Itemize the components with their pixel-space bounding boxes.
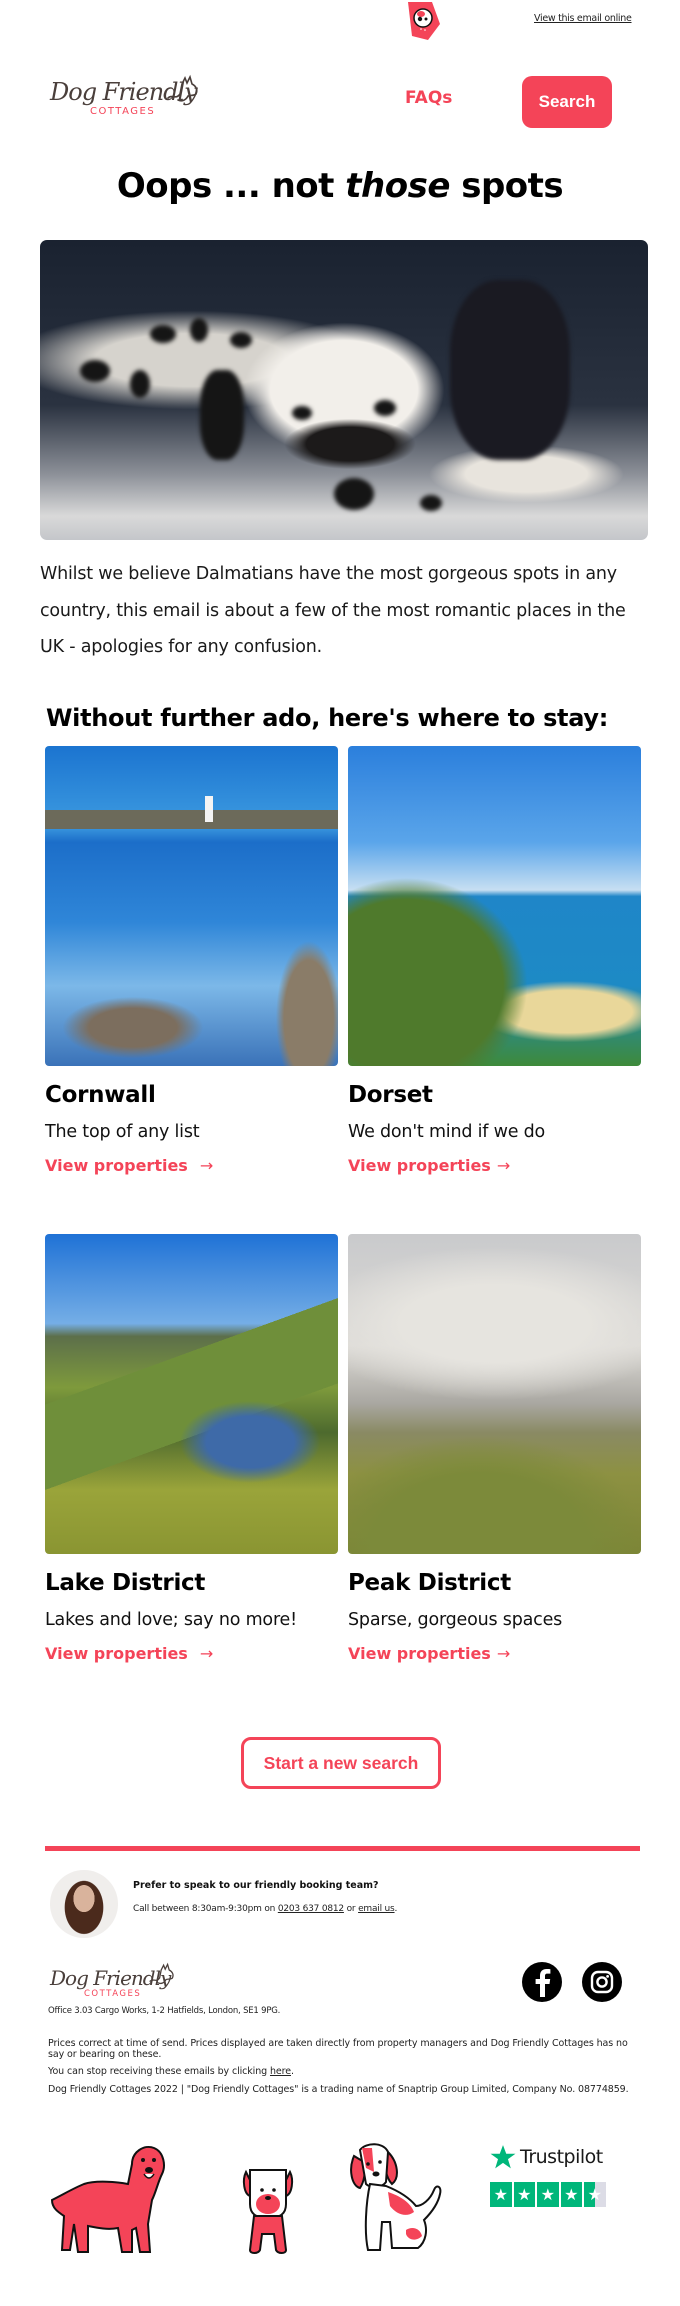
contact-period: . <box>394 1904 398 1914</box>
destination-image[interactable] <box>45 1234 338 1554</box>
trustpilot-logo[interactable]: Trustpilot <box>490 2144 603 2170</box>
destination-description: The top of any list <box>45 1122 200 1142</box>
logo-subtitle: COTTAGES <box>84 1989 142 1999</box>
view-properties-link[interactable]: View properties → <box>45 1156 338 1175</box>
view-properties-link[interactable]: View properties → <box>348 1156 641 1175</box>
destination-description: We don't mind if we do <box>348 1122 546 1142</box>
footer-logo[interactable]: Dog Friendly COTTAGES <box>48 1962 178 2004</box>
trustpilot-rating: ★ ★ ★ ★ ★ <box>490 2182 606 2207</box>
instagram-icon <box>590 1970 614 1994</box>
logo[interactable]: Dog Friendly COTTAGES <box>48 74 198 124</box>
view-properties-link[interactable]: View properties → <box>45 1644 338 1663</box>
destination-card: Dorset We don't mind if we do View prope… <box>348 746 641 1175</box>
destination-title: Cornwall <box>45 1082 156 1108</box>
logo-subtitle: COTTAGES <box>90 106 156 117</box>
company-note: Dog Friendly Cottages 2022 | "Dog Friend… <box>48 2084 629 2095</box>
rating-star-icon: ★ <box>584 2182 606 2207</box>
title-emphasis: those <box>345 166 450 206</box>
hero-image <box>40 240 648 540</box>
contact-or: or <box>343 1904 359 1914</box>
contact-title: Prefer to speak to our friendly booking … <box>133 1880 379 1891</box>
arrow-right-icon: → <box>496 1156 511 1175</box>
faqs-link[interactable]: FAQs <box>405 88 452 108</box>
destination-description: Sparse, gorgeous spaces <box>348 1610 563 1630</box>
destination-card: Cornwall The top of any list View proper… <box>45 746 338 1175</box>
contact-line: Call between 8:30am-9:30pm on 0203 637 0… <box>133 1904 397 1914</box>
phone-link[interactable]: 0203 637 0812 <box>278 1904 344 1914</box>
trustpilot-label: Trustpilot <box>520 2146 603 2168</box>
arrow-right-icon: → <box>199 1156 214 1175</box>
intro-paragraph: Whilst we believe Dalmatians have the mo… <box>40 564 626 657</box>
destination-title: Peak District <box>348 1570 511 1596</box>
rating-star-icon: ★ <box>490 2182 512 2207</box>
rating-star-icon: ★ <box>560 2182 582 2207</box>
facebook-link[interactable] <box>522 1962 562 2002</box>
dog-outline-icon <box>167 74 198 102</box>
avatar <box>50 1870 118 1938</box>
link-label: View properties <box>45 1156 188 1175</box>
title-text-start: Oops ... not <box>116 166 346 206</box>
facebook-icon <box>535 1969 551 1997</box>
instagram-link[interactable] <box>582 1962 622 2002</box>
view-properties-link[interactable]: View properties → <box>348 1644 641 1663</box>
destination-title: Lake District <box>45 1570 206 1596</box>
search-button[interactable]: Search <box>522 76 612 128</box>
trustpilot-star-icon <box>490 2145 516 2169</box>
unsubscribe-period: . <box>291 2066 294 2077</box>
link-label: View properties <box>45 1644 188 1663</box>
office-address: Office 3.03 Cargo Works, 1-2 Hatfields, … <box>48 2006 281 2016</box>
email-us-link[interactable]: email us <box>358 1904 395 1914</box>
destination-image[interactable] <box>348 1234 641 1554</box>
contact-hours: Call between 8:30am-9:30pm on <box>133 1904 278 1914</box>
destination-card: Peak District Sparse, gorgeous spaces Vi… <box>348 1234 641 1663</box>
unsubscribe-link[interactable]: here <box>270 2066 291 2077</box>
section-heading: Without further ado, here's where to sta… <box>46 704 609 732</box>
spotted-beagle-illustration <box>350 2143 442 2251</box>
prices-disclaimer: Prices correct at time of send. Prices d… <box>48 2038 628 2060</box>
rating-star-icon: ★ <box>513 2182 535 2207</box>
dog-mascot-icon <box>404 2 444 40</box>
destination-image[interactable] <box>45 746 338 1066</box>
destination-image[interactable] <box>348 746 641 1066</box>
unsubscribe-note: You can stop receiving these emails by c… <box>48 2066 638 2077</box>
divider <box>45 1846 640 1851</box>
unsubscribe-text: You can stop receiving these emails by c… <box>48 2066 270 2077</box>
link-label: View properties <box>348 1156 491 1175</box>
page-title: Oops ... not those spots <box>0 166 680 206</box>
dog-outline-icon <box>149 1962 174 1985</box>
rating-star-icon: ★ <box>537 2182 559 2207</box>
destination-card: Lake District Lakes and love; say no mor… <box>45 1234 338 1663</box>
link-label: View properties <box>348 1644 491 1663</box>
view-email-online-link[interactable]: View this email online <box>534 13 632 24</box>
white-terrier-illustration <box>242 2169 294 2254</box>
red-retriever-illustration <box>50 2146 165 2253</box>
arrow-right-icon: → <box>496 1644 511 1663</box>
title-text-end: spots <box>449 166 564 206</box>
arrow-right-icon: → <box>199 1644 214 1663</box>
destination-description: Lakes and love; say no more! <box>45 1610 297 1630</box>
destination-title: Dorset <box>348 1082 433 1108</box>
start-new-search-button[interactable]: Start a new search <box>241 1737 441 1789</box>
